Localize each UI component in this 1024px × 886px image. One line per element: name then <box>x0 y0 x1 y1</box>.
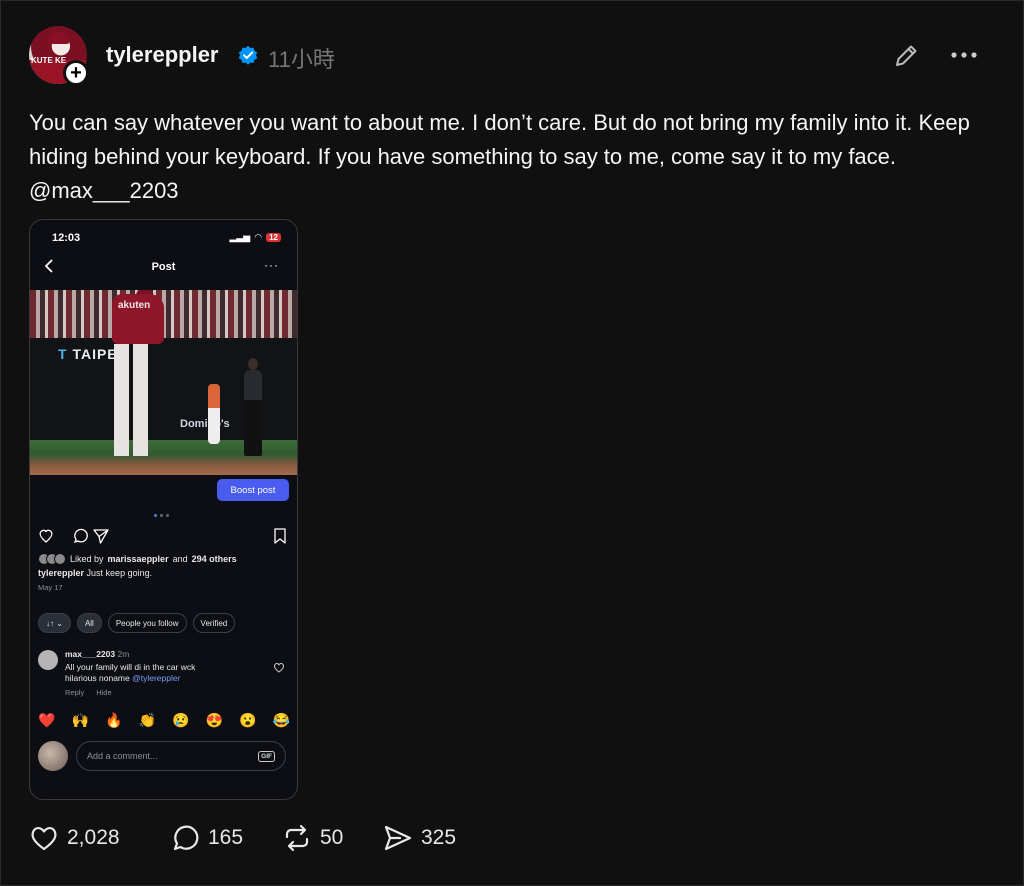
comment-count: 165 <box>208 826 244 849</box>
liked-prefix: Liked by <box>70 554 104 564</box>
embedded-save-icon <box>274 528 286 544</box>
comment-line-2: hilarious noname <box>65 673 130 683</box>
baseball-photo: T TAIPE Domino's akuten <box>30 290 297 475</box>
comment-icon <box>173 825 199 851</box>
comment-heart-icon <box>273 662 285 673</box>
post-username[interactable]: tylereppler <box>106 42 219 68</box>
heart-icon <box>31 826 57 851</box>
chip-all: All <box>76 613 102 633</box>
comment-line-1: All your family will di in the car wck <box>65 662 196 672</box>
comment-line-2-wrap: hilarious noname @tylereppler <box>65 673 245 684</box>
edit-pencil-icon[interactable] <box>892 42 920 70</box>
repost-count: 50 <box>320 826 344 849</box>
wifi-icon: ◠ <box>254 232 263 242</box>
chip-verified: Verified <box>192 613 236 633</box>
emoji-laughing: 😂 <box>272 712 290 728</box>
emoji-reaction-bar: ❤️ 🙌 🔥 👏 😢 😍 😮 😂 <box>38 712 290 729</box>
more-options-icon[interactable] <box>948 44 980 66</box>
boost-post-button: Boost post <box>217 479 289 501</box>
verified-badge-icon <box>238 45 258 65</box>
comment-mention: @tylereppler <box>132 673 181 683</box>
comment-filter-chips: ↓↑ ⌄ All People you follow Verified <box>38 613 236 633</box>
avatar-cap <box>47 32 69 44</box>
follow-plus-button[interactable]: + <box>63 60 89 86</box>
like-action[interactable]: 2,028 <box>29 820 120 856</box>
signal-icon: ▂▃▅ <box>229 232 251 242</box>
add-comment-field: Add a comment... GIF <box>76 741 286 771</box>
photo-jersey-text: akuten <box>118 300 151 311</box>
embedded-date: May 17 <box>38 583 63 592</box>
commenter-avatar <box>38 741 68 771</box>
add-comment-placeholder: Add a comment... <box>87 751 158 761</box>
emoji-fire: 🔥 <box>105 712 123 728</box>
liked-by-row: Liked by marissaeppler and 294 others <box>38 553 237 565</box>
emoji-raised-hands: 🙌 <box>71 712 89 728</box>
caption-user: tylereppler <box>38 568 85 578</box>
emoji-heart: ❤️ <box>38 712 56 728</box>
photo-pitcher-legs <box>114 344 148 456</box>
photo-banner-text: T TAIPE <box>58 346 118 362</box>
banner-word: TAIPE <box>72 346 118 362</box>
embedded-caption: tylereppler Just keep going. <box>38 568 152 578</box>
post-body-text: You can say whatever you want to about m… <box>29 110 970 203</box>
embedded-share-icon <box>93 529 109 544</box>
sort-chip: ↓↑ ⌄ <box>38 613 71 633</box>
liked-others: 294 others <box>191 554 237 564</box>
gif-icon: GIF <box>258 750 275 762</box>
share-action[interactable]: 325 <box>383 820 456 856</box>
share-count: 325 <box>421 826 457 849</box>
comment-hide: Hide <box>96 688 112 697</box>
photo-umpire <box>244 370 262 456</box>
comment-links: Reply Hide <box>65 688 112 697</box>
avatar-jersey-text: KUTE KE <box>31 56 67 65</box>
embedded-title: Post <box>151 261 176 273</box>
share-icon <box>384 825 412 851</box>
comment-user: max___2203 <box>65 649 116 659</box>
comment-time: 2m <box>117 649 130 659</box>
emoji-crying: 😢 <box>172 712 190 728</box>
photo-dominos-text: Domino's <box>180 418 230 430</box>
comment-action[interactable]: 165 <box>170 820 243 856</box>
emoji-clap: 👏 <box>138 712 156 728</box>
status-time: 12:03 <box>52 232 81 244</box>
emoji-heart-eyes: 😍 <box>205 712 223 728</box>
comment-body: All your family will di in the car wck h… <box>65 662 245 684</box>
emoji-surprised: 😮 <box>239 712 257 728</box>
photo-fielder <box>208 384 220 444</box>
like-count: 2,028 <box>67 826 120 849</box>
comment-avatar <box>38 650 58 670</box>
comment-header: max___2203 2m <box>65 649 129 659</box>
status-icons: ▂▃▅ ◠ 12 <box>229 232 281 243</box>
liked-by-avatars <box>38 553 66 565</box>
post-timestamp: 11小時 <box>268 47 335 72</box>
photo-umpire-head <box>248 358 258 370</box>
embedded-heart-icon <box>39 529 53 543</box>
embedded-action-icons <box>39 528 286 544</box>
liked-mid: and <box>172 554 188 564</box>
comment-reply: Reply <box>65 688 85 697</box>
repost-icon <box>285 824 309 852</box>
caption-text: Just keep going. <box>86 568 153 578</box>
embedded-more-icon: ··· <box>264 258 279 272</box>
carousel-dots <box>154 514 169 517</box>
embedded-comment-icon <box>73 528 88 544</box>
repost-action[interactable]: 50 <box>282 820 343 856</box>
chip-people-you-follow: People you follow <box>107 613 187 633</box>
liked-user: marissaeppler <box>107 554 169 564</box>
battery-icon: 12 <box>266 233 281 242</box>
attached-screenshot[interactable]: 12:03 ▂▃▅ ◠ 12 Post ··· T TAIPE Domino's… <box>29 219 298 800</box>
